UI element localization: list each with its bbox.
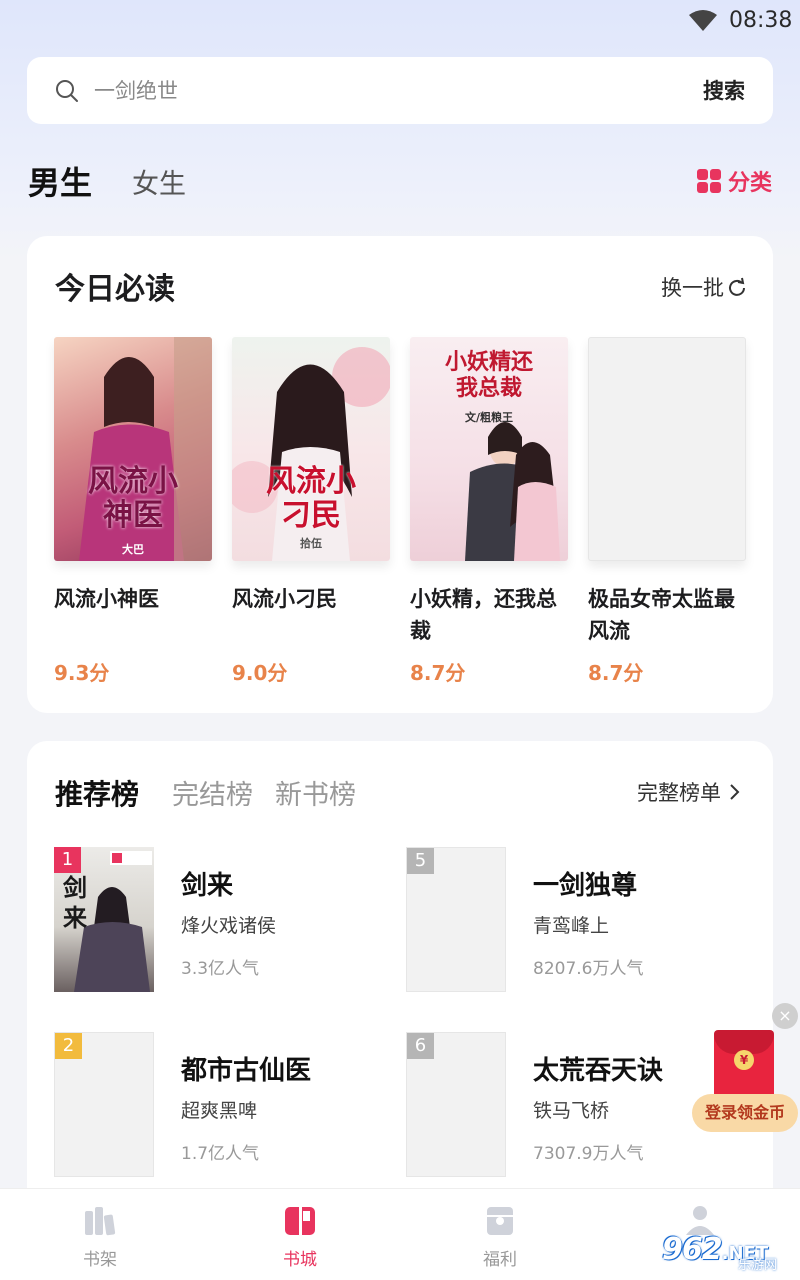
full-list-link[interactable]: 完整榜单 — [637, 777, 743, 807]
cover-title: 风流小神医 — [88, 464, 178, 533]
book-score: 9.0分 — [232, 661, 288, 685]
bookstore-icon — [285, 1207, 315, 1235]
rank-title: 剑来 — [181, 871, 234, 901]
book-cover: 小妖精还我总裁 文/粗粮王 — [410, 337, 568, 561]
rank-badge: 2 — [55, 1033, 82, 1059]
bookshelf-icon — [85, 1207, 116, 1236]
search-icon — [56, 80, 78, 102]
book-score: 8.7分 — [588, 661, 644, 685]
book-name: 极品女帝太监最风流 — [588, 587, 735, 643]
cover-title: 风流小刁民 — [266, 464, 356, 533]
nav-welfare[interactable]: 福利 — [450, 1203, 550, 1270]
today-section: 今日必读 换一批 风流小神医 大巴 风流小神医 9.3分 风流小刁民 拾伍 风流… — [27, 236, 773, 713]
book-score: 8.7分 — [410, 661, 466, 685]
refresh-button[interactable]: 换一批 — [661, 272, 747, 302]
rank-author: 烽火戏诸侯 — [181, 915, 277, 937]
search-bar[interactable]: 搜索 — [27, 57, 773, 124]
rank-badge: 1 — [54, 847, 81, 873]
rank-popularity: 3.3亿人气 — [181, 959, 260, 979]
rank-title: 都市古仙医 — [181, 1056, 312, 1086]
rank-title: 一剑独尊 — [533, 871, 638, 901]
rank-popularity: 1.7亿人气 — [181, 1144, 260, 1164]
chevron-right-icon — [730, 784, 740, 800]
rank-popularity: 8207.6万人气 — [533, 959, 644, 979]
category-label: 分类 — [728, 171, 773, 196]
promo-login-button[interactable]: 登录领金币 — [692, 1094, 798, 1132]
red-envelope-icon[interactable]: ¥ — [714, 1030, 774, 1100]
cover-title: 小妖精还我总裁 — [444, 349, 533, 401]
book-cover: 风流小神医 大巴 — [54, 337, 212, 561]
nav-label: 书架 — [83, 1250, 117, 1270]
ranking-section: 推荐榜 完结榜 新书榜 完整榜单 剑来 1 剑来 烽火戏诸侯 3.3亿人气 5 — [27, 741, 773, 1211]
book-score: 9.3分 — [54, 661, 110, 685]
rank-author: 青鸾峰上 — [533, 915, 610, 937]
book-cover: 风流小刁民 拾伍 — [232, 337, 390, 561]
rank-item[interactable]: 2 都市古仙医 超爽黑啤 1.7亿人气 — [54, 1032, 394, 1177]
rank-cover-placeholder: 2 — [54, 1032, 154, 1177]
rank-cover-placeholder: 6 — [406, 1032, 506, 1177]
rank-popularity: 7307.9万人气 — [533, 1144, 644, 1164]
status-time: 08:38 — [729, 8, 793, 33]
cover-author: 拾伍 — [300, 537, 322, 550]
tab-recommend[interactable]: 推荐榜 — [55, 773, 139, 813]
book-card[interactable]: 风流小刁民 拾伍 风流小刁民 9.0分 — [232, 337, 390, 686]
nav-store[interactable]: 书城 — [250, 1203, 350, 1270]
promo-close-button[interactable]: × — [772, 1003, 798, 1029]
rank-badge: 5 — [407, 848, 434, 874]
cover-author: 文/粗粮王 — [464, 411, 514, 424]
rank-item[interactable]: 5 一剑独尊 青鸾峰上 8207.6万人气 — [406, 847, 746, 992]
rank-title: 太荒吞天诀 — [533, 1056, 664, 1086]
rank-cover-placeholder: 5 — [406, 847, 506, 992]
book-card[interactable]: 风流小神医 大巴 风流小神医 9.3分 — [54, 337, 212, 686]
rank-item[interactable]: 剑来 1 剑来 烽火戏诸侯 3.3亿人气 — [54, 847, 394, 992]
nav-shelf[interactable]: 书架 — [50, 1203, 150, 1270]
wifi-icon — [689, 10, 717, 31]
cover-author: 大巴 — [122, 543, 144, 556]
cover-title: 剑来 — [63, 873, 87, 932]
refresh-label: 换一批 — [661, 276, 724, 300]
search-button[interactable]: 搜索 — [703, 75, 745, 105]
rank-badge: 6 — [407, 1033, 434, 1059]
refresh-icon — [729, 277, 745, 296]
rank-author: 超爽黑啤 — [181, 1100, 258, 1122]
gift-icon — [487, 1207, 513, 1235]
status-bar: 08:38 — [0, 0, 800, 44]
watermark-number: 962 — [662, 1232, 723, 1267]
full-list-label: 完整榜单 — [637, 781, 721, 805]
book-name: 风流小刁民 — [232, 587, 337, 611]
book-cover-placeholder — [588, 337, 746, 561]
section-title: 今日必读 — [55, 272, 175, 307]
watermark-sub: 乐游网 — [738, 1258, 778, 1273]
tab-male[interactable]: 男生 — [28, 158, 92, 204]
tab-female[interactable]: 女生 — [132, 162, 186, 201]
rank-author: 铁马飞桥 — [533, 1100, 610, 1122]
category-grid-icon — [697, 169, 721, 193]
search-input[interactable] — [94, 77, 574, 105]
nav-label: 福利 — [483, 1250, 517, 1270]
rank-cover: 剑来 1 — [54, 847, 154, 992]
tab-finished[interactable]: 完结榜 — [172, 773, 253, 812]
book-card[interactable]: 极品女帝太监最风流 8.7分 — [588, 337, 746, 686]
book-card[interactable]: 小妖精还我总裁 文/粗粮王 小妖精，还我总裁 8.7分 — [410, 337, 568, 686]
book-name: 风流小神医 — [54, 587, 159, 611]
book-name: 小妖精，还我总裁 — [410, 587, 557, 643]
watermark-logo: 962.NET 乐游网 — [662, 1232, 777, 1273]
coin-icon: ¥ — [734, 1050, 754, 1070]
nav-label: 书城 — [283, 1250, 317, 1270]
tab-new-books[interactable]: 新书榜 — [275, 773, 356, 812]
category-button[interactable]: 分类 — [697, 165, 772, 197]
